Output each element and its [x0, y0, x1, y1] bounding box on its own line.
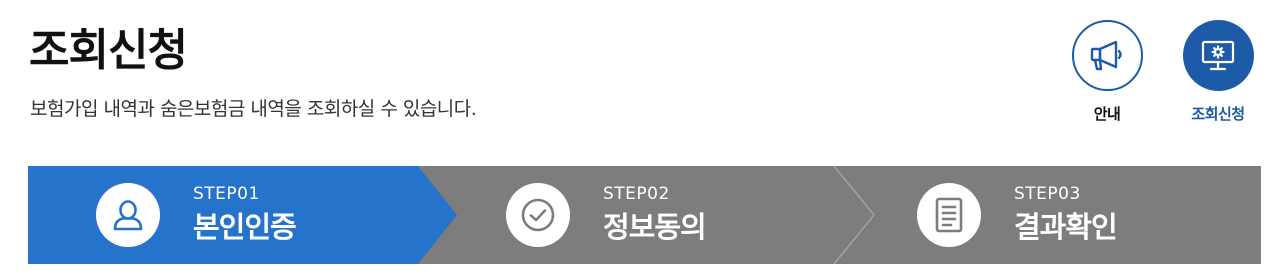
inquiry-button[interactable]: 조회신청 — [1180, 20, 1256, 124]
guide-button[interactable]: 안내 — [1069, 20, 1145, 124]
step-progress-bar: STEP01 본인인증 STEP02 정보동의 STEP03 결과확인 — [28, 166, 1261, 264]
step-1: STEP01 본인인증 — [96, 166, 297, 264]
page-title: 조회신청 — [29, 25, 188, 76]
step-3-name: 결과확인 — [1014, 210, 1118, 244]
guide-button-circle[interactable] — [1071, 20, 1143, 91]
step-2: STEP02 정보동의 — [506, 166, 707, 264]
inquiry-button-circle[interactable] — [1182, 20, 1254, 91]
step-3: STEP03 결과확인 — [917, 166, 1118, 264]
check-circle-icon — [521, 198, 555, 232]
step-1-number: STEP01 — [193, 184, 260, 204]
step-1-icon-circle — [96, 183, 160, 247]
step-3-icon-circle — [917, 183, 981, 247]
step-2-icon-circle — [506, 183, 570, 247]
step-3-number: STEP03 — [1014, 184, 1081, 204]
monitor-settings-icon — [1201, 40, 1235, 70]
document-icon — [935, 197, 963, 233]
user-icon — [113, 200, 143, 231]
step-2-number: STEP02 — [603, 184, 670, 204]
step-2-name: 정보동의 — [603, 210, 707, 244]
megaphone-icon — [1090, 40, 1122, 70]
page-description: 보험가입 내역과 숨은보험금 내역을 조회하실 수 있습니다. — [30, 98, 477, 120]
step-1-name: 본인인증 — [193, 210, 297, 244]
inquiry-button-label: 조회신청 — [1191, 105, 1245, 123]
guide-button-label: 안내 — [1093, 105, 1121, 123]
